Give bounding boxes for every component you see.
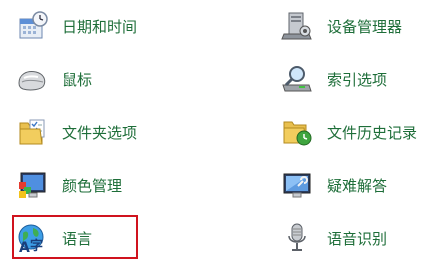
item-language[interactable]: A 字 语言 bbox=[16, 218, 92, 258]
svg-text:A: A bbox=[19, 240, 30, 254]
color-management-label: 颜色管理 bbox=[62, 176, 123, 195]
svg-text:字: 字 bbox=[30, 238, 43, 254]
item-device-manager[interactable]: 设备管理器 bbox=[281, 6, 402, 46]
item-folder-options[interactable]: 文件夹选项 bbox=[16, 112, 137, 152]
file-history-label: 文件历史记录 bbox=[327, 123, 418, 142]
microphone-icon bbox=[281, 222, 313, 254]
troubleshooting-icon bbox=[281, 169, 313, 201]
mouse-label: 鼠标 bbox=[62, 70, 93, 89]
troubleshooting-label: 疑难解答 bbox=[327, 176, 388, 195]
indexing-options-icon bbox=[281, 63, 313, 95]
item-mouse[interactable]: 鼠标 bbox=[16, 59, 92, 99]
indexing-options-label: 索引选项 bbox=[327, 70, 388, 89]
color-management-icon bbox=[16, 169, 48, 201]
item-file-history[interactable]: 文件历史记录 bbox=[281, 112, 417, 152]
folder-options-icon bbox=[16, 116, 48, 148]
item-speech-recognition[interactable]: 语音识别 bbox=[281, 218, 387, 258]
item-date-time[interactable]: 日期和时间 bbox=[16, 6, 137, 46]
date-time-label: 日期和时间 bbox=[62, 17, 138, 36]
device-manager-icon bbox=[281, 10, 313, 42]
speech-recognition-label: 语音识别 bbox=[327, 229, 388, 248]
language-label: 语言 bbox=[62, 229, 93, 248]
item-troubleshooting[interactable]: 疑难解答 bbox=[281, 165, 387, 205]
calendar-clock-icon bbox=[16, 10, 48, 42]
item-indexing-options[interactable]: 索引选项 bbox=[281, 59, 387, 99]
file-history-icon bbox=[281, 116, 313, 148]
device-manager-label: 设备管理器 bbox=[327, 17, 403, 36]
mouse-icon bbox=[16, 63, 48, 95]
folder-options-label: 文件夹选项 bbox=[62, 123, 138, 142]
language-globe-icon: A 字 bbox=[16, 222, 48, 254]
item-color-management[interactable]: 颜色管理 bbox=[16, 165, 122, 205]
